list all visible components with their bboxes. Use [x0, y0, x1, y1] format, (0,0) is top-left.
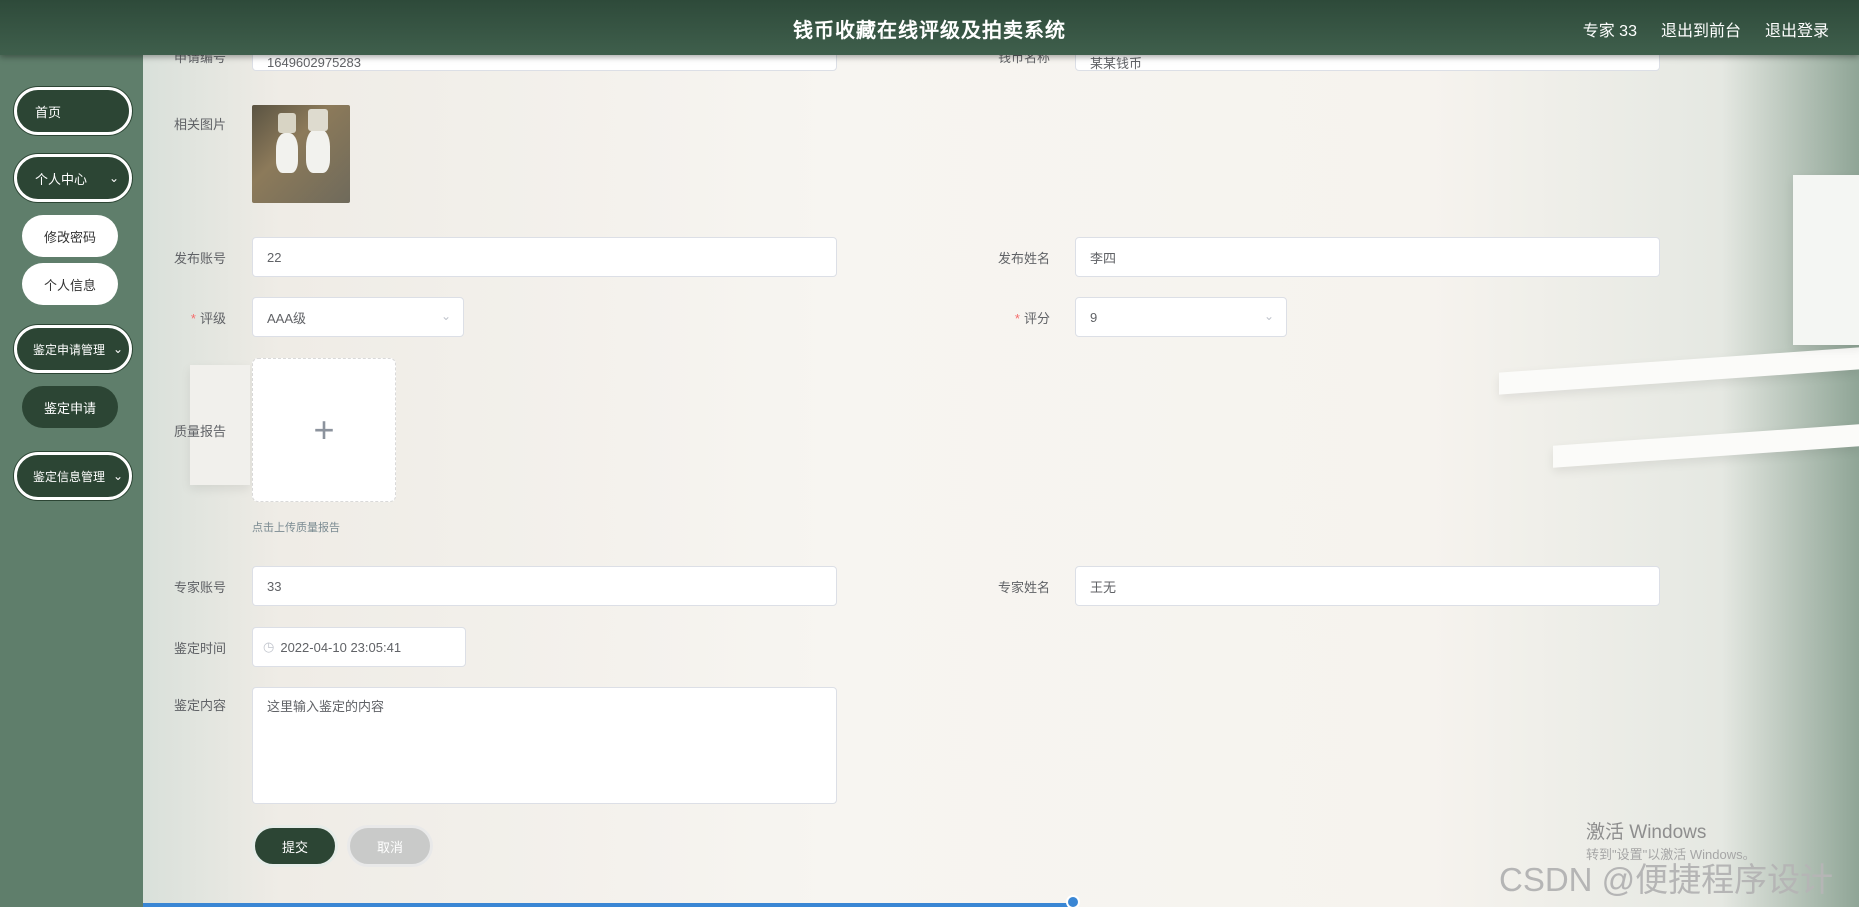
logout-link[interactable]: 退出登录	[1765, 17, 1829, 41]
coin-image[interactable]	[252, 105, 350, 203]
coin-name-field[interactable]: 某某钱币	[1075, 55, 1660, 71]
clock-icon: ◷	[263, 639, 275, 654]
apply-no-label: 申请编号	[173, 55, 226, 65]
chevron-down-icon: ⌄	[1263, 309, 1274, 323]
system-title: 钱币收藏在线评级及拍卖系统	[793, 20, 1066, 42]
plus-icon: +	[313, 409, 335, 450]
sidebar: 首页 个人中心 ⌄ 修改密码 个人信息 鉴定申请管理 ⌄ 鉴定申请 鉴定信息管理…	[0, 55, 143, 907]
publisher-name-value: 李四	[1090, 250, 1117, 266]
sidebar-subitem-personal-info[interactable]: 个人信息	[22, 263, 118, 305]
sidebar-item-home[interactable]: 首页	[14, 87, 132, 135]
sidebar-item-appraisal-info-mgmt[interactable]: 鉴定信息管理 ⌄	[14, 452, 132, 500]
sidebar-item-label: 鉴定申请	[43, 400, 96, 416]
chevron-down-icon: ⌄	[112, 342, 123, 356]
current-user: 专家 33	[1582, 23, 1637, 40]
upload-hint: 点击上传质量报告	[252, 522, 340, 534]
submit-button[interactable]: 提交	[252, 825, 338, 867]
chevron-down-icon: ⌄	[112, 469, 123, 483]
sidebar-item-label: 首页	[35, 104, 62, 120]
image-detail	[306, 129, 330, 173]
csdn-watermark: CSDN @便捷程序设计	[1499, 861, 1834, 898]
publisher-account-field[interactable]: 22	[252, 237, 837, 277]
scroll-progress-handle[interactable]	[1066, 895, 1080, 907]
top-bar: 钱币收藏在线评级及拍卖系统 专家 33 退出到前台 退出登录	[0, 0, 1859, 55]
publisher-account-label: 发布账号	[173, 251, 226, 266]
cancel-button[interactable]: 取消	[347, 825, 433, 867]
sidebar-item-label: 鉴定信息管理	[33, 469, 106, 484]
background-shelf	[1553, 424, 1859, 468]
appraisal-time-value: 2022-04-10 23:05:41	[280, 639, 402, 655]
time-label: 鉴定时间	[173, 641, 226, 656]
expert-account-label: 专家账号	[173, 580, 226, 595]
back-to-front-link[interactable]: 退出到前台	[1661, 17, 1741, 41]
sidebar-item-label: 修改密码	[43, 229, 96, 245]
chevron-down-icon: ⌄	[108, 171, 119, 185]
score-value: 9	[1090, 309, 1098, 325]
apply-no-value: 1649602975283	[267, 55, 361, 70]
expert-account-field[interactable]: 33	[252, 566, 837, 606]
quality-report-label: 质量报告	[173, 424, 226, 439]
apply-no-field[interactable]: 1649602975283	[252, 55, 837, 71]
required-mark: *	[190, 311, 196, 326]
appraisal-content-textarea[interactable]: 这里输入鉴定的内容	[252, 687, 837, 804]
sidebar-subitem-appraisal-apply[interactable]: 鉴定申请	[22, 386, 118, 428]
coin-name-value: 某某钱币	[1090, 55, 1143, 71]
expert-name-field[interactable]: 王无	[1075, 566, 1660, 606]
chevron-down-icon: ⌄	[440, 309, 451, 323]
cancel-button-label: 取消	[376, 839, 403, 855]
score-select[interactable]: 9 ⌄	[1075, 297, 1287, 337]
grade-select[interactable]: AAA级 ⌄	[252, 297, 464, 337]
expert-name-value: 王无	[1090, 579, 1117, 595]
publisher-account-value: 22	[267, 249, 282, 265]
score-label: * 评分	[989, 308, 1050, 327]
expert-account-value: 33	[267, 578, 282, 594]
sidebar-subitem-change-password[interactable]: 修改密码	[22, 215, 118, 257]
publisher-name-label: 发布姓名	[997, 251, 1050, 266]
coin-name-label: 钱币名称	[997, 55, 1050, 65]
sidebar-item-label: 个人中心	[35, 171, 88, 187]
image-label: 相关图片	[173, 117, 226, 132]
background-shelf	[1499, 347, 1859, 395]
sidebar-item-label: 个人信息	[43, 277, 96, 293]
image-detail	[276, 133, 298, 173]
grade-value: AAA级	[267, 310, 307, 326]
content-label: 鉴定内容	[173, 698, 226, 713]
sidebar-item-appraisal-apply-mgmt[interactable]: 鉴定申请管理 ⌄	[14, 325, 132, 373]
publisher-name-field[interactable]: 李四	[1075, 237, 1660, 277]
quality-report-uploader[interactable]: +	[252, 358, 396, 502]
score-label-text: 评分	[1023, 311, 1050, 326]
sidebar-item-label: 鉴定申请管理	[33, 342, 106, 357]
main-content: 申请编号 1649602975283 钱币名称 某某钱币 相关图片 发布账号 2…	[143, 55, 1859, 907]
appraisal-content-value: 这里输入鉴定的内容	[267, 699, 385, 714]
header-actions: 专家 33 退出到前台 退出登录	[1583, 17, 1829, 41]
background-window	[1793, 175, 1859, 345]
image-detail	[308, 109, 328, 131]
grade-label: * 评级	[165, 308, 226, 327]
submit-button-label: 提交	[281, 839, 308, 855]
required-mark: *	[1014, 311, 1020, 326]
appraisal-time-picker[interactable]: ◷ 2022-04-10 23:05:41	[252, 627, 466, 667]
windows-activation-title: 激活 Windows	[1586, 822, 1707, 843]
grade-label-text: 评级	[199, 311, 226, 326]
scroll-progress-line	[143, 903, 1073, 907]
image-detail	[278, 113, 296, 133]
expert-name-label: 专家姓名	[997, 580, 1050, 595]
sidebar-item-personal-center[interactable]: 个人中心 ⌄	[14, 154, 132, 202]
